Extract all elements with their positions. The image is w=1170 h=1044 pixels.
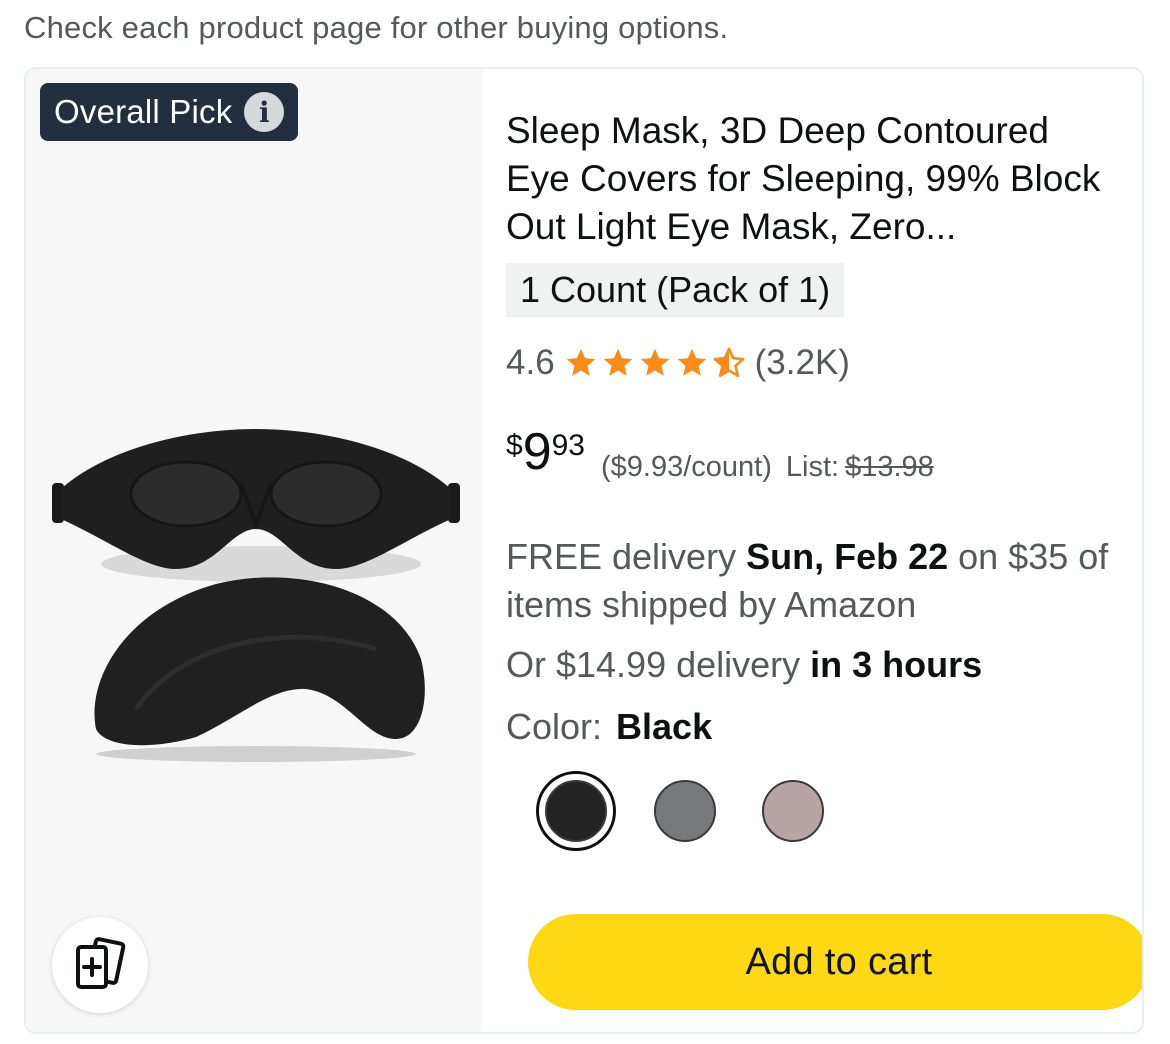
product-image[interactable] xyxy=(46,419,466,764)
swatch-black[interactable] xyxy=(545,780,607,842)
badge-label: Overall Pick xyxy=(54,93,233,130)
add-to-cart-button[interactable]: Add to cart xyxy=(528,914,1142,1010)
star-full-icon xyxy=(603,348,632,376)
product-details: Sleep Mask, 3D Deep Contoured Eye Covers… xyxy=(506,69,1142,1032)
price-fraction: 93 xyxy=(551,429,585,462)
star-full-icon xyxy=(566,348,595,376)
rating-count[interactable]: (3.2K) xyxy=(755,343,850,383)
price-whole: 9 xyxy=(522,423,552,481)
list-price: $13.98 xyxy=(845,451,934,483)
price-row: $ 9 93 ($9.93/count) List: $13.98 xyxy=(506,421,934,491)
delivery-date: Sun, Feb 22 xyxy=(746,536,949,577)
product-card: Overall Pick i Sleep Mask, 3D Deep Conto… xyxy=(24,67,1144,1034)
rating-value: 4.6 xyxy=(506,343,555,382)
color-selection-label: Color: Black xyxy=(506,703,712,751)
selected-color: Black xyxy=(616,706,713,747)
info-icon[interactable]: i xyxy=(244,92,285,132)
star-full-icon xyxy=(677,348,706,376)
swatch-black-selected-ring[interactable] xyxy=(536,771,616,851)
list-price-label: List: xyxy=(785,451,840,483)
rating-row[interactable]: 4.6 (3.2K) xyxy=(506,341,850,385)
unit-price: ($9.93/count) xyxy=(600,451,772,483)
add-to-compare-icon xyxy=(76,937,126,989)
buying-options-notice: Check each product page for other buying… xyxy=(24,10,729,45)
delivery-prefix: FREE delivery xyxy=(506,536,747,577)
color-label: Color: xyxy=(506,706,603,747)
star-half-icon xyxy=(713,347,745,378)
fast-delivery-time: in 3 hours xyxy=(810,644,983,685)
compare-button[interactable] xyxy=(52,917,148,1013)
fast-delivery-info: Or $14.99 delivery in 3 hours xyxy=(506,641,982,689)
star-full-icon xyxy=(640,348,669,376)
free-delivery-info: FREE delivery Sun, Feb 22 on $35 of item… xyxy=(506,533,1126,629)
price-symbol: $ xyxy=(506,429,523,462)
star-rating xyxy=(563,346,747,380)
swatch-pink[interactable] xyxy=(762,780,824,842)
product-image-pane[interactable]: Overall Pick i xyxy=(26,69,482,1032)
variant-label: 1 Count (Pack of 1) xyxy=(506,263,845,317)
overall-pick-badge: Overall Pick i xyxy=(40,83,299,141)
fast-delivery-prefix: Or $14.99 delivery xyxy=(506,644,811,685)
swatch-grey[interactable] xyxy=(654,780,716,842)
product-title[interactable]: Sleep Mask, 3D Deep Contoured Eye Covers… xyxy=(506,107,1106,251)
